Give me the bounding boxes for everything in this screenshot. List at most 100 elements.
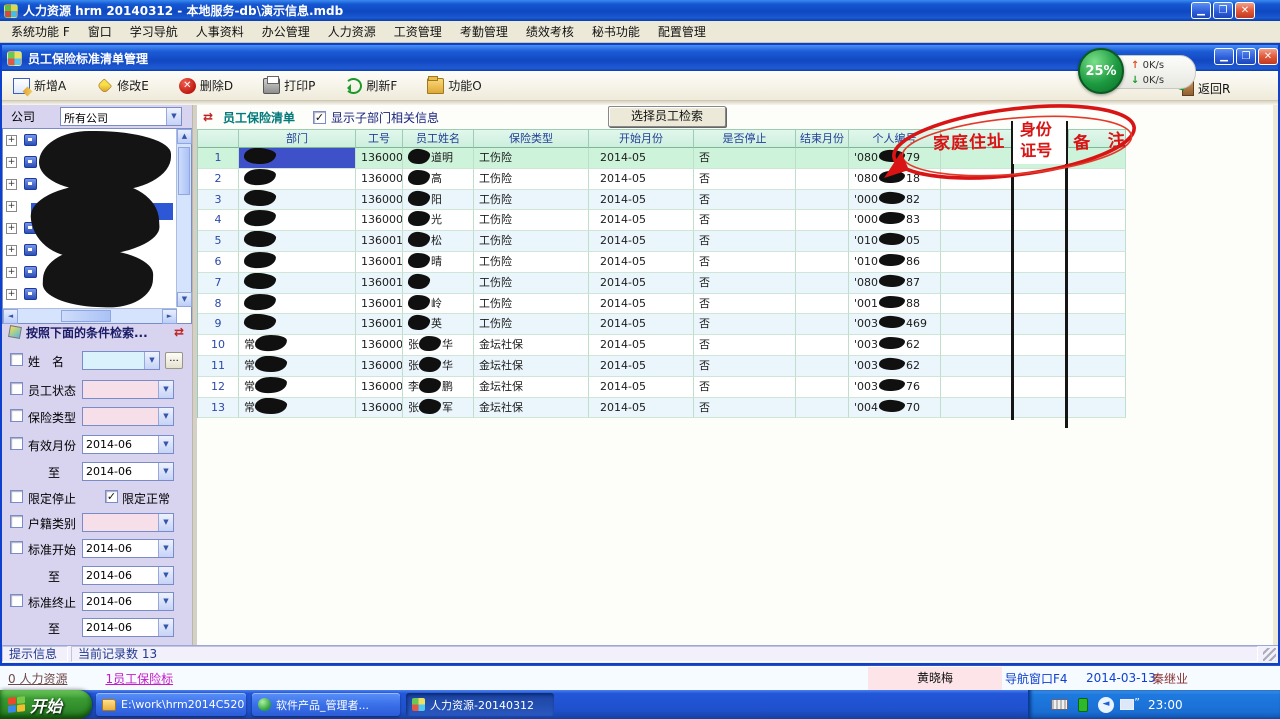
column-header[interactable]: [1069, 129, 1126, 148]
menu-item-7[interactable]: 考勤管理: [451, 21, 517, 42]
name-select[interactable]: ▼: [82, 351, 160, 370]
show-subdept-checkbox[interactable]: ✓: [313, 111, 326, 124]
nav-window-label[interactable]: 导航窗口F4: [1005, 670, 1068, 687]
column-header[interactable]: [198, 129, 239, 148]
company-select[interactable]: 所有公司 ▼: [60, 107, 182, 126]
menu-item-4[interactable]: 办公管理: [253, 21, 319, 42]
taskbar-task-2[interactable]: 人力资源-20140312: [406, 693, 554, 716]
taskbar-task-1[interactable]: 软件产品_管理者...: [252, 693, 400, 716]
chevron-down-icon[interactable]: ▼: [158, 567, 173, 584]
taskbar-task-0[interactable]: E:\work\hrm2014C520: [96, 693, 246, 716]
menu-item-5[interactable]: 人力资源: [319, 21, 385, 42]
scroll-up-icon[interactable]: ▲: [177, 129, 192, 144]
resize-grip[interactable]: [1263, 648, 1276, 661]
table-row[interactable]: 71360012工伤险2014-05否'08087: [198, 273, 1126, 294]
table-row[interactable]: 51360010松工伤险2014-05否'01005: [198, 231, 1126, 252]
scrollbar-thumb[interactable]: [61, 310, 111, 322]
table-row[interactable]: 91360014英工伤险2014-05否'003469: [198, 314, 1126, 335]
close-button[interactable]: ✕: [1235, 2, 1255, 19]
scroll-down-icon[interactable]: ▼: [177, 292, 192, 307]
scrollbar-thumb[interactable]: [178, 147, 190, 195]
table-row[interactable]: 61360011晴工伤险2014-05否'01086: [198, 252, 1126, 273]
tree-expand-icon[interactable]: +: [6, 201, 17, 212]
memory-usage-bubble[interactable]: 25%: [1078, 48, 1124, 94]
table-row[interactable]: 81360013岭工伤险2014-05否'00188: [198, 294, 1126, 315]
column-header[interactable]: 部门: [239, 129, 356, 148]
chevron-down-icon[interactable]: ▼: [166, 108, 181, 125]
menu-item-10[interactable]: 配置管理: [649, 21, 715, 42]
tree-expand-icon[interactable]: +: [6, 179, 17, 190]
table-row[interactable]: 11常1360002张华金坛社保2014-05否'00362: [198, 356, 1126, 377]
instype-filter-checkbox[interactable]: [10, 409, 23, 422]
household-select[interactable]: ▼: [82, 513, 174, 532]
column-header[interactable]: 员工姓名: [403, 129, 474, 148]
stdend-filter-checkbox[interactable]: [10, 594, 23, 607]
window-link-insurance[interactable]: 1员工保险标: [105, 670, 173, 687]
tree-expand-icon[interactable]: +: [6, 267, 17, 278]
browse-button[interactable]: ...: [165, 352, 183, 369]
column-header[interactable]: 工号: [356, 129, 403, 148]
tree-expand-icon[interactable]: +: [6, 157, 17, 168]
start-button[interactable]: 开始: [0, 690, 92, 719]
column-header[interactable]: 是否停止: [694, 129, 796, 148]
chevron-down-icon[interactable]: ▼: [158, 514, 173, 531]
column-header[interactable]: 保险类型: [474, 129, 589, 148]
stdstart-to-select[interactable]: 2014-06 ▼: [82, 566, 174, 585]
function-button[interactable]: 功能O: [422, 74, 486, 97]
column-header[interactable]: 个人编号: [849, 129, 941, 148]
collapse-tray-icon[interactable]: ◄: [1098, 697, 1114, 713]
chevron-down-icon[interactable]: ▼: [158, 408, 173, 425]
chevron-down-icon[interactable]: ▼: [144, 352, 159, 369]
org-tree[interactable]: + + + + + + + + ▲ ▼: [2, 128, 192, 324]
network-monitor-icon[interactable]: [1120, 699, 1134, 710]
column-header[interactable]: [1014, 129, 1069, 148]
instype-select[interactable]: ▼: [82, 407, 174, 426]
tree-expand-icon[interactable]: +: [6, 245, 17, 256]
table-row[interactable]: 12常1360003李鹏金坛社保2014-05否'00376: [198, 377, 1126, 398]
stdstart-filter-checkbox[interactable]: [10, 541, 23, 554]
menu-item-9[interactable]: 秘书功能: [583, 21, 649, 42]
tree-expand-icon[interactable]: +: [6, 289, 17, 300]
print-button[interactable]: 打印P: [258, 74, 320, 97]
select-employee-button[interactable]: 选择员工检索: [608, 106, 726, 127]
tree-expand-icon[interactable]: +: [6, 135, 17, 146]
chevron-down-icon[interactable]: ▼: [158, 463, 173, 480]
status-filter-checkbox[interactable]: [10, 382, 23, 395]
pin-icon[interactable]: ⇄: [203, 110, 213, 124]
column-header[interactable]: 结束月份: [796, 129, 849, 148]
delete-button[interactable]: 删除D: [174, 74, 238, 97]
validmonth-select[interactable]: 2014-06 ▼: [82, 435, 174, 454]
usb-device-icon[interactable]: [1078, 698, 1088, 712]
chevron-down-icon[interactable]: ▼: [158, 593, 173, 610]
tree-horizontal-scrollbar[interactable]: ◄ ►: [3, 308, 177, 323]
chevron-down-icon[interactable]: ▼: [158, 540, 173, 557]
menu-item-3[interactable]: 人事资料: [187, 21, 253, 42]
table-row[interactable]: 11360005道明工伤险2014-05否'08079: [198, 148, 1126, 169]
child-minimize-button[interactable]: ▁: [1214, 48, 1234, 65]
table-row[interactable]: 21360007高工伤险2014-05否'08018: [198, 169, 1126, 190]
restore-button[interactable]: ❐: [1213, 2, 1233, 19]
tree-vertical-scrollbar[interactable]: ▲ ▼: [176, 129, 191, 307]
stdstart-select[interactable]: 2014-06 ▼: [82, 539, 174, 558]
table-row[interactable]: 13常1360004张军金坛社保2014-05否'00470: [198, 398, 1126, 419]
limit-normal-checkbox[interactable]: ✓: [105, 490, 118, 503]
stdend-select[interactable]: 2014-06 ▼: [82, 592, 174, 611]
menu-item-8[interactable]: 绩效考核: [517, 21, 583, 42]
menu-item-6[interactable]: 工资管理: [385, 21, 451, 42]
status-select[interactable]: ▼: [82, 380, 174, 399]
menu-item-0[interactable]: 系统功能 F: [2, 21, 79, 42]
column-header[interactable]: 开始月份: [589, 129, 694, 148]
stdend-to-select[interactable]: 2014-06 ▼: [82, 618, 174, 637]
menu-item-2[interactable]: 学习导航: [121, 21, 187, 42]
column-header[interactable]: [941, 129, 1014, 148]
name-filter-checkbox[interactable]: [10, 353, 23, 366]
refresh-button[interactable]: 刷新F: [340, 74, 402, 97]
table-row[interactable]: 31360008阳工伤险2014-05否'00082: [198, 190, 1126, 211]
table-row[interactable]: 10常1360001张华金坛社保2014-05否'00362: [198, 335, 1126, 356]
household-filter-checkbox[interactable]: [10, 515, 23, 528]
chevron-down-icon[interactable]: ▼: [158, 619, 173, 636]
validmonth-to-select[interactable]: 2014-06 ▼: [82, 462, 174, 481]
new-button[interactable]: 新增A: [8, 74, 71, 97]
keyboard-icon[interactable]: [1051, 699, 1068, 710]
child-restore-button[interactable]: ❐: [1236, 48, 1256, 65]
